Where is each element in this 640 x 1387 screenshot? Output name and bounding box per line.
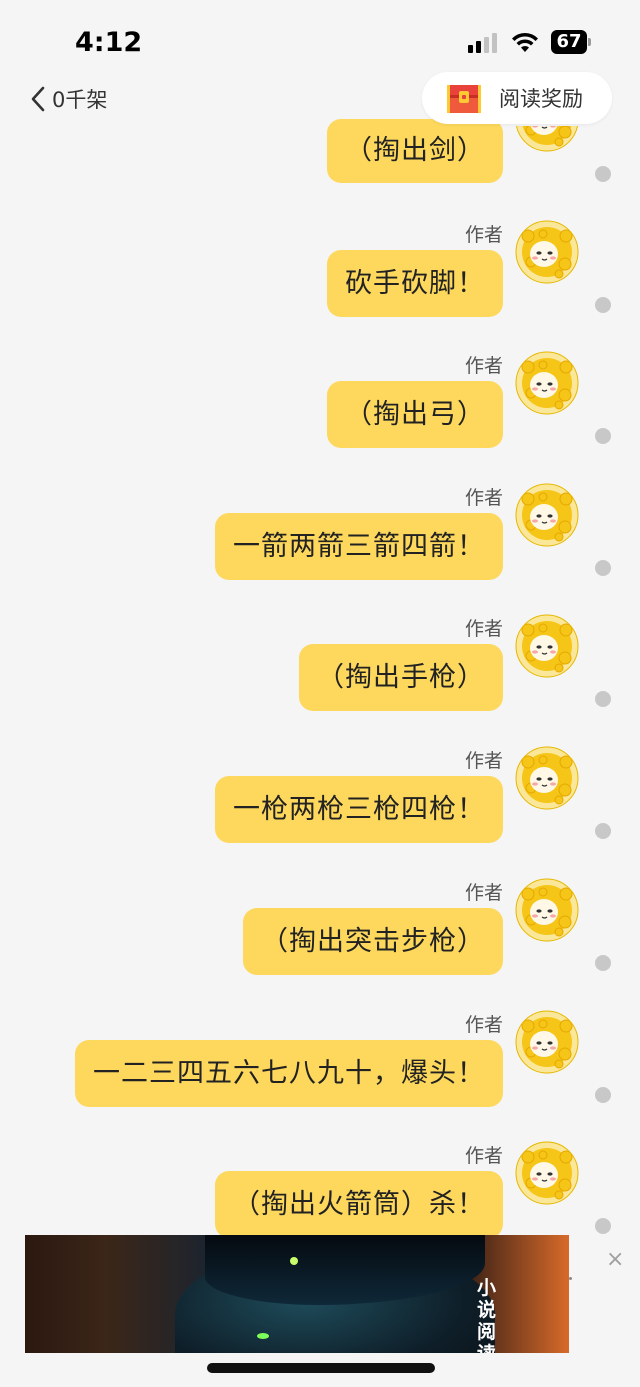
message-bubble[interactable]: （掏出手枪） (299, 644, 503, 711)
message-item: 作者 砍手砍脚！ (0, 220, 640, 360)
message-item: 作者 一箭两箭三箭四箭！ (0, 483, 640, 623)
author-avatar-icon[interactable] (515, 746, 579, 810)
author-avatar-icon[interactable] (515, 614, 579, 678)
author-avatar-icon[interactable] (515, 483, 579, 547)
message-status-dot (595, 823, 611, 839)
message-item: 作者 （掏出手枪） (0, 614, 640, 754)
reading-reward-label: 阅读奖励 (499, 87, 583, 111)
ad-text: 小说阅读 (477, 1277, 497, 1353)
message-author: 作者 (464, 224, 503, 246)
message-item: 作者 （掏出突击步枪） (0, 878, 640, 1018)
message-bubble[interactable]: 砍手砍脚！ (327, 250, 503, 317)
message-item: 作者 一枪两枪三枪四枪！ (0, 746, 640, 886)
message-status-dot (595, 691, 611, 707)
message-status-dot (595, 1218, 611, 1234)
reading-reward-button[interactable]: 阅读奖励 (422, 72, 612, 124)
treasure-chest-icon (447, 85, 481, 113)
message-bubble[interactable]: 一枪两枪三枪四枪！ (215, 776, 503, 843)
message-author: 作者 (464, 882, 503, 904)
message-author: 作者 (464, 355, 503, 377)
author-avatar-icon[interactable] (515, 1010, 579, 1074)
author-avatar-icon[interactable] (515, 220, 579, 284)
message-author: 作者 (464, 750, 503, 772)
ad-indicator (569, 1277, 572, 1280)
author-avatar-icon[interactable] (515, 878, 579, 942)
message-author: 作者 (464, 1014, 503, 1036)
message-status-dot (595, 1087, 611, 1103)
message-item: 作者 （掏出弓） (0, 351, 640, 491)
author-avatar-icon[interactable] (515, 1141, 579, 1205)
ad-illustration-glow (290, 1257, 298, 1265)
message-bubble[interactable]: 一箭两箭三箭四箭！ (215, 513, 503, 580)
back-button[interactable]: 0千架 (30, 84, 107, 114)
message-status-dot (595, 955, 611, 971)
chat-list[interactable]: （掏出剑） 作者 砍手砍脚！ 作者 （掏出弓） 作者 一箭两箭三箭四箭！ 作者 … (0, 0, 640, 1240)
message-status-dot (595, 560, 611, 576)
message-status-dot (595, 428, 611, 444)
message-status-dot (595, 166, 611, 182)
message-bubble[interactable]: （掏出突击步枪） (243, 908, 503, 975)
chevron-left-icon (31, 86, 45, 112)
home-indicator[interactable] (207, 1363, 435, 1373)
message-bubble[interactable]: （掏出火箭筒）杀！ (215, 1171, 503, 1238)
close-icon[interactable]: × (606, 1247, 624, 1272)
message-status-dot (595, 297, 611, 313)
message-bubble[interactable]: 一二三四五六七八九十，爆头！ (75, 1040, 503, 1107)
author-avatar-icon[interactable] (515, 351, 579, 415)
message-author: 作者 (464, 618, 503, 640)
message-bubble[interactable]: （掏出剑） (327, 119, 503, 183)
message-item: 作者 一二三四五六七八九十，爆头！ (0, 1010, 640, 1150)
back-label: 0千架 (52, 88, 108, 112)
message-author: 作者 (464, 1145, 503, 1167)
message-bubble[interactable]: （掏出弓） (327, 381, 503, 448)
ad-illustration-eye (257, 1333, 269, 1339)
message-author: 作者 (464, 487, 503, 509)
ad-banner[interactable]: 小说阅读 (25, 1235, 569, 1353)
